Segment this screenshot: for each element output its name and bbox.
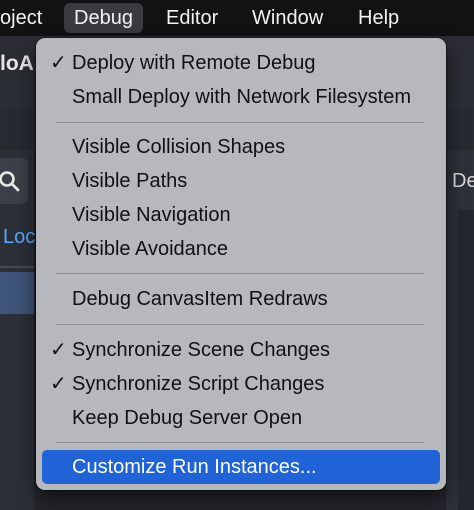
menu-window[interactable]: Window [242, 3, 333, 33]
menu-item-label: Customize Run Instances... [72, 456, 317, 478]
inspector-panel [458, 210, 474, 510]
search-icon [0, 171, 20, 192]
menu-item-label: Deploy with Remote Debug [72, 52, 316, 74]
menu-item-small-deploy[interactable]: Small Deploy with Network Filesystem [42, 82, 440, 112]
checkmark-icon: ✓ [50, 52, 67, 74]
menu-item-debug-canvasitem-redraws[interactable]: Debug CanvasItem Redraws [42, 284, 440, 314]
menu-item-label: Visible Paths [72, 170, 188, 192]
menu-item-label: Visible Collision Shapes [72, 136, 286, 158]
menu-item-synchronize-scene-changes[interactable]: ✓ Synchronize Scene Changes [42, 335, 440, 365]
checkmark-icon: ✓ [50, 373, 67, 395]
menu-item-visible-collision-shapes[interactable]: Visible Collision Shapes [42, 132, 440, 162]
menu-item-label: Visible Avoidance [72, 238, 229, 260]
menu-item-label: Visible Navigation [72, 204, 231, 226]
menu-item-label: Small Deploy with Network Filesystem [72, 86, 411, 108]
menu-item-keep-debug-server-open[interactable]: Keep Debug Server Open [42, 403, 440, 433]
menu-separator [56, 273, 424, 274]
menu-separator [56, 442, 424, 443]
scene-dock [0, 150, 34, 510]
project-title-fragment: loA [0, 52, 34, 75]
menu-editor[interactable]: Editor [156, 3, 228, 33]
menu-separator [56, 122, 424, 123]
menu-project[interactable]: oject [0, 3, 52, 33]
menu-item-synchronize-script-changes[interactable]: ✓ Synchronize Script Changes [42, 369, 440, 399]
menu-item-label: Synchronize Scene Changes [72, 339, 330, 361]
menu-item-deploy-remote-debug[interactable]: ✓ Deploy with Remote Debug [42, 48, 440, 78]
viewport-bottom [34, 490, 446, 510]
inspector-tab-fragment[interactable]: De [452, 170, 474, 193]
menu-debug[interactable]: Debug [64, 3, 143, 33]
menu-item-customize-run-instances[interactable]: Customize Run Instances... [42, 450, 440, 484]
screen: loA Loc De oject Debug Editor Window Hel… [0, 0, 474, 510]
menu-separator [56, 324, 424, 325]
menu-item-visible-avoidance[interactable]: Visible Avoidance [42, 234, 440, 264]
checkmark-icon: ✓ [50, 339, 67, 361]
dock-divider [0, 266, 34, 268]
menu-item-label: Synchronize Script Changes [72, 373, 325, 395]
menu-item-label: Keep Debug Server Open [72, 407, 303, 429]
menu-help[interactable]: Help [348, 3, 409, 33]
menu-bar: oject Debug Editor Window Help [0, 0, 474, 36]
dock-selected-row[interactable] [0, 272, 34, 314]
menu-item-visible-navigation[interactable]: Visible Navigation [42, 200, 440, 230]
debug-dropdown-menu: ✓ Deploy with Remote Debug Small Deploy … [36, 38, 446, 490]
menu-item-label: Debug CanvasItem Redraws [72, 288, 328, 310]
search-button[interactable] [0, 158, 28, 204]
menu-item-visible-paths[interactable]: Visible Paths [42, 166, 440, 196]
dock-link-fragment[interactable]: Loc [3, 226, 35, 249]
